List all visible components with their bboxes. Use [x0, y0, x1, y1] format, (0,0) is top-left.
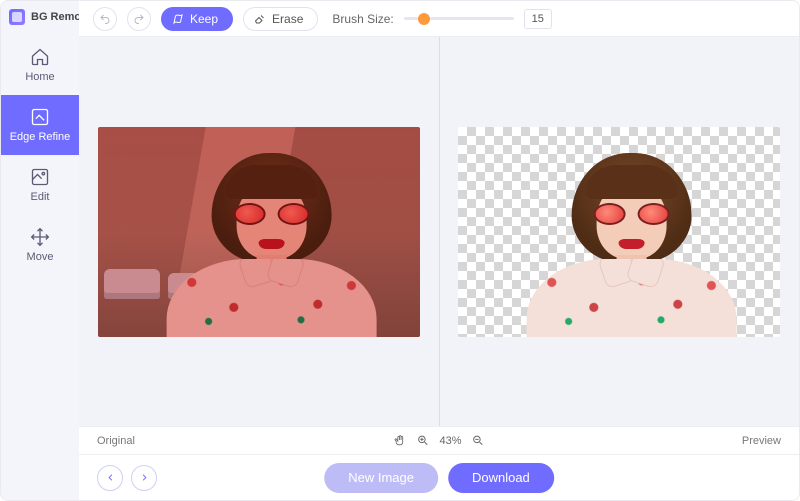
prev-image-button[interactable] — [97, 465, 123, 491]
download-label: Download — [472, 470, 530, 485]
zoom-controls: 43% — [393, 434, 484, 447]
erase-tool-button[interactable]: Erase — [243, 7, 318, 31]
zoom-in-icon[interactable] — [416, 434, 429, 447]
erase-label: Erase — [272, 12, 303, 26]
download-button[interactable]: Download — [448, 463, 554, 493]
keep-icon — [172, 13, 184, 25]
brush-size-label: Brush Size: — [332, 12, 393, 26]
bottom-bar: New Image Download — [79, 454, 799, 500]
bottom-actions: New Image Download — [324, 463, 554, 493]
chevron-right-icon — [139, 472, 150, 483]
undo-button[interactable] — [93, 7, 117, 31]
app-brand: BG Remover — [1, 1, 79, 35]
brush-size-slider-wrap — [404, 17, 514, 20]
redo-icon — [133, 13, 145, 25]
undo-icon — [99, 13, 111, 25]
preview-caption: Preview — [742, 435, 781, 447]
new-image-button[interactable]: New Image — [324, 463, 438, 493]
sidebar-item-label: Edit — [31, 191, 50, 203]
hand-pan-icon[interactable] — [393, 434, 406, 447]
keep-tool-button[interactable]: Keep — [161, 7, 233, 31]
erase-icon — [254, 13, 266, 25]
blouse-shape — [527, 259, 737, 337]
zoom-percent: 43% — [439, 435, 461, 447]
app-logo-icon — [9, 9, 25, 25]
sidebar-item-label: Edge Refine — [10, 131, 71, 143]
sidebar-item-edit[interactable]: Edit — [1, 155, 79, 215]
sidebar-item-home[interactable]: Home — [1, 35, 79, 95]
edge-refine-icon — [30, 107, 50, 127]
main-area: Keep Erase Brush Size: 15 — [79, 1, 799, 500]
lips-shape — [619, 239, 645, 249]
preview-pane[interactable] — [439, 37, 799, 426]
brush-size-slider[interactable] — [404, 17, 514, 20]
original-image — [98, 127, 420, 337]
brush-size-value: 15 — [524, 9, 552, 29]
app-window: BG Remover Home Edge Refine Edit Move — [0, 0, 800, 501]
person-figure — [527, 147, 737, 337]
preview-image — [458, 127, 780, 337]
sidebar-item-move[interactable]: Move — [1, 215, 79, 275]
top-toolbar: Keep Erase Brush Size: 15 — [79, 1, 799, 37]
edit-icon — [30, 167, 50, 187]
move-icon — [30, 227, 50, 247]
redo-button[interactable] — [127, 7, 151, 31]
bow-shape — [602, 259, 662, 287]
sidebar-item-label: Move — [27, 251, 54, 263]
new-image-label: New Image — [348, 470, 414, 485]
home-icon — [30, 47, 50, 67]
sidebar-item-label: Home — [25, 71, 54, 83]
status-bar: Original 43% Preview — [79, 426, 799, 454]
bangs-shape — [586, 165, 678, 199]
chevron-left-icon — [105, 472, 116, 483]
mask-overlay — [98, 127, 420, 337]
sidebar-item-edge-refine[interactable]: Edge Refine — [1, 95, 79, 155]
original-pane[interactable] — [79, 37, 439, 426]
next-image-button[interactable] — [131, 465, 157, 491]
zoom-out-icon[interactable] — [472, 434, 485, 447]
sidebar: BG Remover Home Edge Refine Edit Move — [1, 1, 79, 500]
original-caption: Original — [97, 435, 135, 447]
keep-label: Keep — [190, 12, 218, 26]
compare-panes — [79, 37, 799, 426]
sunglasses-shape — [594, 203, 670, 225]
